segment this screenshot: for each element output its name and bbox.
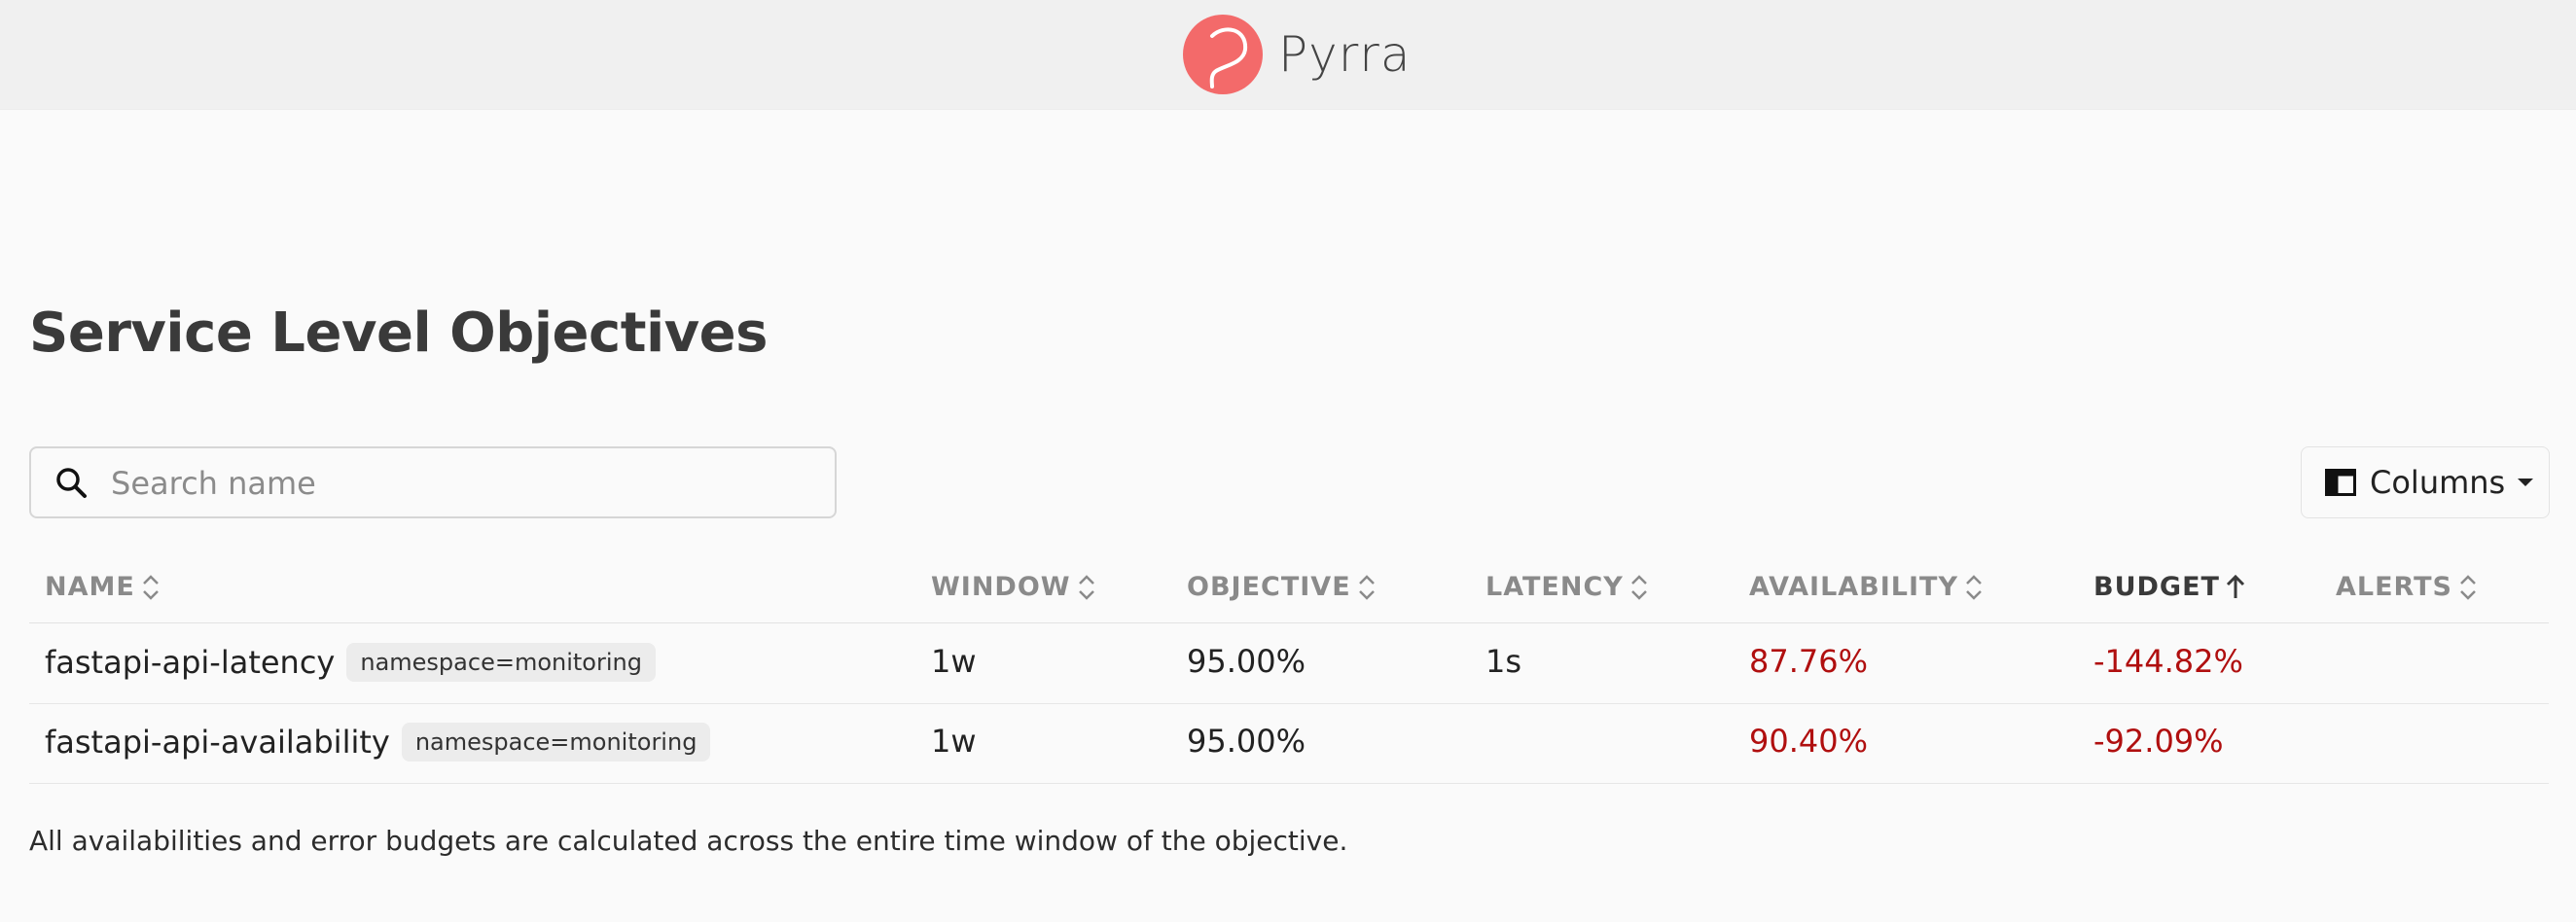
- search-input[interactable]: [109, 448, 813, 518]
- columns-icon: [2325, 469, 2356, 496]
- label-badge: namespace=monitoring: [346, 643, 656, 682]
- sort-icon: [2460, 574, 2476, 600]
- sort-icon: [1966, 574, 1982, 600]
- budget-cell: -144.82%: [2093, 643, 2243, 680]
- slo-name-link[interactable]: fastapi-api-latency: [45, 644, 335, 681]
- column-header-budget[interactable]: BUDGET: [2093, 572, 2247, 602]
- search-icon: [56, 468, 87, 498]
- budget-cell: -92.09%: [2093, 723, 2224, 760]
- brand-home-link[interactable]: Pyrra: [1183, 14, 1412, 95]
- page-title: Service Level Objectives: [29, 301, 768, 365]
- window-cell: 1w: [931, 643, 977, 680]
- table-header-row: NAME WINDOW OBJECTIVE LATENCY AVAILABILI…: [29, 554, 2549, 623]
- availability-cell: 90.40%: [1749, 723, 1869, 760]
- search-box[interactable]: [29, 446, 837, 518]
- sort-icon: [1358, 574, 1375, 600]
- column-header-availability[interactable]: AVAILABILITY: [1749, 572, 1986, 602]
- slo-name-cell: fastapi-api-latency namespace=monitoring: [45, 643, 656, 682]
- objective-cell: 95.00%: [1187, 643, 1306, 680]
- objective-cell: 95.00%: [1187, 723, 1306, 760]
- columns-dropdown-button[interactable]: Columns: [2301, 446, 2550, 518]
- caret-down-icon: [2518, 479, 2534, 486]
- top-navbar: Pyrra: [0, 0, 2576, 110]
- latency-cell: 1s: [1485, 643, 1522, 680]
- availability-cell: 87.76%: [1749, 643, 1869, 680]
- app-name: Pyrra: [1278, 26, 1412, 83]
- column-header-window[interactable]: WINDOW: [931, 572, 1098, 602]
- pyrra-logo-icon: [1183, 15, 1263, 94]
- sort-icon: [142, 574, 159, 600]
- window-cell: 1w: [931, 723, 977, 760]
- sort-icon: [1078, 574, 1094, 600]
- column-header-alerts[interactable]: ALERTS: [2336, 572, 2480, 602]
- table-row[interactable]: fastapi-api-latency namespace=monitoring…: [29, 623, 2549, 704]
- slo-name-link[interactable]: fastapi-api-availability: [45, 724, 390, 761]
- columns-button-label: Columns: [2370, 464, 2506, 501]
- column-header-objective[interactable]: OBJECTIVE: [1187, 572, 1378, 602]
- table-row[interactable]: fastapi-api-availability namespace=monit…: [29, 703, 2549, 784]
- sort-icon: [1630, 574, 1647, 600]
- sort-ascending-arrow-icon: [2226, 574, 2245, 598]
- label-badge: namespace=monitoring: [401, 723, 711, 762]
- column-header-latency[interactable]: LATENCY: [1485, 572, 1651, 602]
- column-header-name[interactable]: NAME: [45, 572, 162, 602]
- slo-name-cell: fastapi-api-availability namespace=monit…: [45, 723, 711, 762]
- footnote-text: All availabilities and error budgets are…: [29, 825, 1348, 857]
